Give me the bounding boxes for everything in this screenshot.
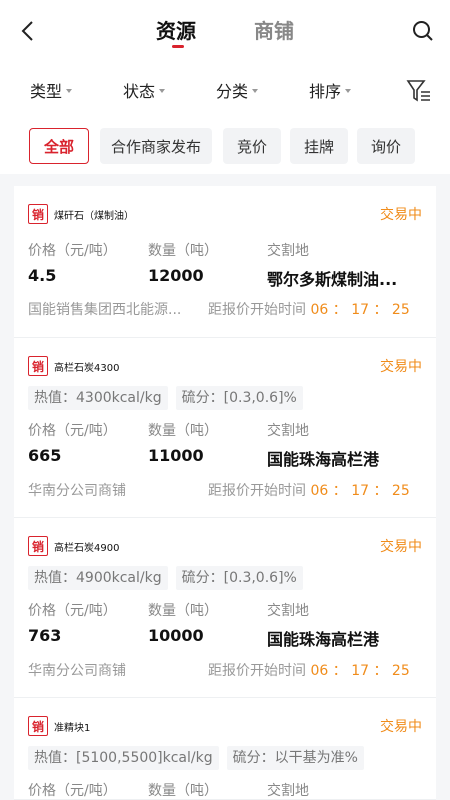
top-bar: 资源 商铺 <box>0 0 450 64</box>
price-value: 4.5 <box>28 266 57 285</box>
item-name: 准精块1 <box>54 722 91 734</box>
list-item[interactable]: 销 高栏石炭4300 交易中 热值：4300kcal/kg 硫分：[0.3,0.… <box>14 338 436 518</box>
quantity-label: 数量（吨） <box>148 423 218 439</box>
vendor-name: 国能销售集团西北能源... <box>28 302 182 318</box>
price-value: 665 <box>28 446 62 465</box>
quantity-label: 数量（吨） <box>148 783 218 799</box>
chip-partner[interactable]: 合作商家发布 <box>100 128 212 164</box>
spec-sulfur: 硫分：[0.3,0.6]% <box>175 566 303 590</box>
sale-tag: 销 <box>28 536 48 556</box>
caret-down-icon <box>252 89 259 93</box>
location-value: 鄂尔多斯煤制油... <box>267 270 398 289</box>
status-badge: 交易中 <box>380 719 422 735</box>
location-value: 国能珠海高栏港 <box>267 450 380 469</box>
caret-down-icon <box>159 89 166 93</box>
spec-tags: 热值：4300kcal/kg 硫分：[0.3,0.6]% <box>28 386 303 410</box>
tab-resources[interactable]: 资源 <box>156 14 196 48</box>
list-item[interactable]: 销 煤矸石（煤制油） 交易中 价格（元/吨） 数量（吨） 交割地 4.5 120… <box>14 186 436 338</box>
chip-inquiry[interactable]: 询价 <box>357 128 415 164</box>
filter-bar: 类型 状态 分类 排序 <box>0 64 450 116</box>
spec-tags: 热值：4900kcal/kg 硫分：[0.3,0.6]% <box>28 566 303 590</box>
vendor-name: 华南分公司商铺 <box>28 663 126 679</box>
search-icon <box>413 21 433 41</box>
filter-category[interactable]: 分类 <box>216 78 259 102</box>
item-name: 高栏石炭4300 <box>54 362 120 374</box>
item-head: 销 高栏石炭4900 <box>28 536 119 556</box>
spec-calorific: 热值：[5100,5500]kcal/kg <box>28 746 219 770</box>
sale-tag: 销 <box>28 204 48 224</box>
spec-calorific: 热值：4900kcal/kg <box>28 566 168 590</box>
item-head: 销 高栏石炭4300 <box>28 356 119 376</box>
countdown: 距报价开始时间 06 ： 17 ： 25 <box>208 483 410 499</box>
spec-tags: 热值：[5100,5500]kcal/kg 硫分：以干基为准% <box>28 746 364 770</box>
status-badge: 交易中 <box>380 539 422 555</box>
chip-row: 全部 合作商家发布 竞价 挂牌 询价 <box>0 116 450 174</box>
location-label: 交割地 <box>267 243 309 259</box>
filter-type-label: 类型 <box>30 82 63 101</box>
countdown-label: 距报价开始时间 <box>208 483 306 499</box>
search-button[interactable] <box>410 16 436 46</box>
location-value: 国能珠海高栏港 <box>267 630 380 649</box>
status-badge: 交易中 <box>380 359 422 375</box>
quantity-value: 11000 <box>148 446 204 465</box>
status-badge: 交易中 <box>380 207 422 223</box>
price-label: 价格（元/吨） <box>28 423 117 439</box>
item-name: 煤矸石（煤制油） <box>54 210 134 222</box>
countdown-minutes: 17 <box>351 483 370 499</box>
countdown-label: 距报价开始时间 <box>208 663 306 679</box>
chip-bidding[interactable]: 竞价 <box>223 128 281 164</box>
countdown-label: 距报价开始时间 <box>208 302 306 318</box>
countdown: 距报价开始时间 06 ： 17 ： 25 <box>208 302 410 318</box>
countdown-hours: 06 <box>310 302 329 318</box>
item-name: 高栏石炭4900 <box>54 542 120 554</box>
spec-sulfur: 硫分：以干基为准% <box>226 746 364 770</box>
funnel-filter-icon <box>406 80 430 102</box>
item-head: 销 准精块1 <box>28 716 90 736</box>
countdown-seconds: 25 <box>391 302 410 318</box>
sale-tag: 销 <box>28 356 48 376</box>
filter-button[interactable] <box>406 78 432 104</box>
countdown-minutes: 17 <box>351 663 370 679</box>
filter-sort[interactable]: 排序 <box>309 78 352 102</box>
countdown-hours: 06 <box>310 663 329 679</box>
resource-list: 销 煤矸石（煤制油） 交易中 价格（元/吨） 数量（吨） 交割地 4.5 120… <box>14 186 436 800</box>
quantity-label: 数量（吨） <box>148 603 218 619</box>
quantity-value: 10000 <box>148 626 204 645</box>
filter-category-label: 分类 <box>216 82 249 101</box>
filter-type[interactable]: 类型 <box>30 78 73 102</box>
location-label: 交割地 <box>267 423 309 439</box>
spec-sulfur: 硫分：[0.3,0.6]% <box>175 386 303 410</box>
filter-status[interactable]: 状态 <box>123 78 166 102</box>
list-item[interactable]: 销 准精块1 交易中 热值：[5100,5500]kcal/kg 硫分：以干基为… <box>14 698 436 800</box>
filter-sort-label: 排序 <box>309 82 342 101</box>
quantity-label: 数量（吨） <box>148 243 218 259</box>
list-item[interactable]: 销 高栏石炭4900 交易中 热值：4900kcal/kg 硫分：[0.3,0.… <box>14 518 436 698</box>
caret-down-icon <box>66 89 73 93</box>
spec-calorific: 热值：4300kcal/kg <box>28 386 168 410</box>
price-value: 763 <box>28 626 62 645</box>
countdown-minutes: 17 <box>351 302 370 318</box>
countdown-hours: 06 <box>310 483 329 499</box>
chip-listing[interactable]: 挂牌 <box>290 128 348 164</box>
countdown: 距报价开始时间 06 ： 17 ： 25 <box>208 663 410 679</box>
vendor-name: 华南分公司商铺 <box>28 483 126 499</box>
item-head: 销 煤矸石（煤制油） <box>28 204 134 224</box>
filter-status-label: 状态 <box>123 82 156 101</box>
quantity-value: 12000 <box>148 266 204 285</box>
header-tabs: 资源 商铺 <box>0 14 450 48</box>
caret-down-icon <box>345 89 352 93</box>
countdown-seconds: 25 <box>391 663 410 679</box>
price-label: 价格（元/吨） <box>28 783 117 799</box>
chip-all[interactable]: 全部 <box>29 128 89 164</box>
price-label: 价格（元/吨） <box>28 243 117 259</box>
sale-tag: 销 <box>28 716 48 736</box>
location-label: 交割地 <box>267 603 309 619</box>
price-label: 价格（元/吨） <box>28 603 117 619</box>
tab-shops[interactable]: 商铺 <box>254 14 294 48</box>
location-label: 交割地 <box>267 783 309 799</box>
countdown-seconds: 25 <box>391 483 410 499</box>
